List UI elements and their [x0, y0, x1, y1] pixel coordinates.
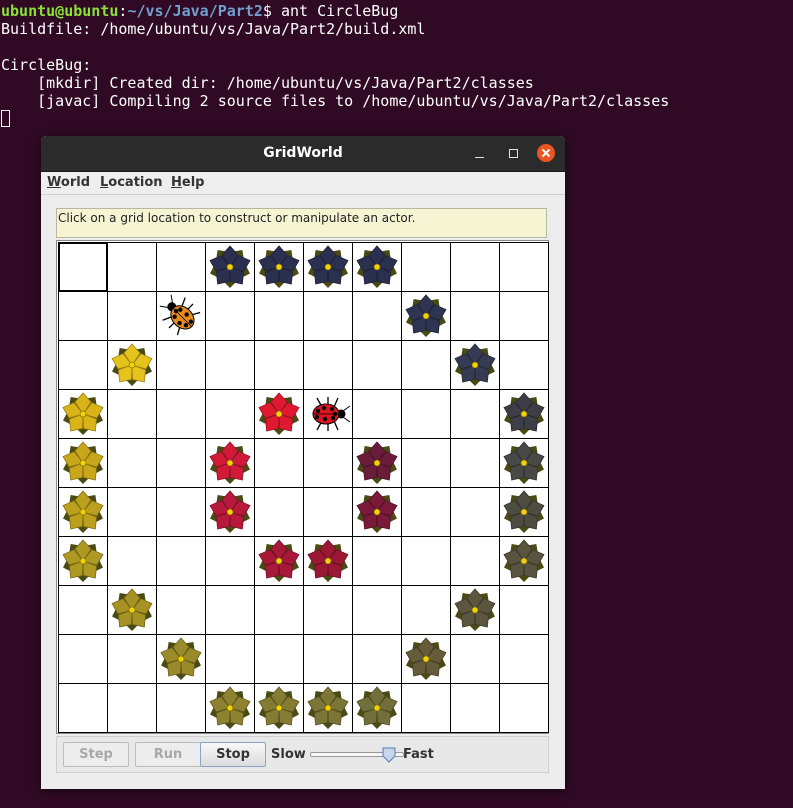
grid-cell-3-1[interactable] — [107, 389, 157, 439]
grid-cell-8-6[interactable] — [352, 634, 402, 684]
grid-cell-2-0[interactable] — [58, 340, 108, 390]
grid-cell-6-1[interactable] — [107, 536, 157, 586]
grid-cell-2-4[interactable] — [254, 340, 304, 390]
grid-cell-2-7[interactable] — [401, 340, 451, 390]
terminal-prompt-line: ubuntu@ubuntu:~/vs/Java/Part2$ ant Circl… — [1, 2, 398, 20]
grid-cell-5-7[interactable] — [401, 487, 451, 537]
grid-cell-9-7[interactable] — [401, 683, 451, 733]
grid-cell-3-7[interactable] — [401, 389, 451, 439]
grid-cell-6-3[interactable] — [205, 536, 255, 586]
terminal-target-line: CircleBug: — [1, 56, 92, 74]
grid-cell-1-8[interactable] — [450, 291, 500, 341]
menu-world[interactable]: World — [47, 174, 90, 192]
window-titlebar[interactable]: GridWorld — [41, 136, 565, 172]
grid-cell-0-0[interactable] — [58, 242, 108, 292]
grid-cell-9-2[interactable] — [156, 683, 206, 733]
grid-cell-1-5[interactable] — [303, 291, 353, 341]
grid-cell-2-6[interactable] — [352, 340, 402, 390]
grid-cell-9-0[interactable] — [58, 683, 108, 733]
grid-cell-5-2[interactable] — [156, 487, 206, 537]
terminal-cursor — [1, 110, 10, 127]
grid-cell-1-1[interactable] — [107, 291, 157, 341]
grid-cell-4-5[interactable] — [303, 438, 353, 488]
menu-help[interactable]: Help — [171, 174, 204, 192]
minimize-icon[interactable] — [470, 145, 488, 163]
grid-cell-0-1[interactable] — [107, 242, 157, 292]
grid-cell-6-6[interactable] — [352, 536, 402, 586]
prompt-path: ~/vs/Java/Part2 — [127, 2, 263, 20]
grid-cell-4-7[interactable] — [401, 438, 451, 488]
grid-cell-4-4[interactable] — [254, 438, 304, 488]
grid-cell-2-9[interactable] — [499, 340, 549, 390]
speed-slider[interactable] — [310, 747, 404, 763]
terminal-mkdir-line: [mkdir] Created dir: /home/ubuntu/vs/Jav… — [1, 74, 534, 92]
prompt-command: $ ant CircleBug — [262, 2, 399, 20]
terminal: ubuntu@ubuntu:~/vs/Java/Part2$ ant Circl… — [0, 0, 793, 140]
grid-cell-5-5[interactable] — [303, 487, 353, 537]
gridworld-window: GridWorld World Location Help Click on a… — [41, 136, 565, 789]
step-button[interactable]: Step — [63, 742, 129, 767]
grid-cell-8-0[interactable] — [58, 634, 108, 684]
run-button[interactable]: Run — [135, 742, 201, 767]
control-panel: Step Run Stop Slow Fast — [56, 736, 549, 773]
grid-cell-6-8[interactable] — [450, 536, 500, 586]
grid-cell-8-9[interactable] — [499, 634, 549, 684]
grid-cell-0-8[interactable] — [450, 242, 500, 292]
grid-cell-4-1[interactable] — [107, 438, 157, 488]
grid-cell-6-2[interactable] — [156, 536, 206, 586]
grid-cell-7-6[interactable] — [352, 585, 402, 635]
grid-cell-1-0[interactable] — [58, 291, 108, 341]
grid-cell-6-7[interactable] — [401, 536, 451, 586]
grid-cell-7-9[interactable] — [499, 585, 549, 635]
grid-cell-7-4[interactable] — [254, 585, 304, 635]
terminal-javac-line: [javac] Compiling 2 source files to /hom… — [1, 92, 670, 110]
grid-cell-7-2[interactable] — [156, 585, 206, 635]
grid-cell-0-9[interactable] — [499, 242, 549, 292]
close-icon[interactable] — [537, 144, 555, 162]
grid-cell-9-8[interactable] — [450, 683, 500, 733]
grid-cell-8-8[interactable] — [450, 634, 500, 684]
grid-cell-3-8[interactable] — [450, 389, 500, 439]
grid-cell-2-2[interactable] — [156, 340, 206, 390]
grid-cell-0-7[interactable] — [401, 242, 451, 292]
terminal-buildfile-line: Buildfile: /home/ubuntu/vs/Java/Part2/bu… — [1, 20, 426, 38]
grid-cell-7-3[interactable] — [205, 585, 255, 635]
grid-cell-8-5[interactable] — [303, 634, 353, 684]
grid-cell-8-1[interactable] — [107, 634, 157, 684]
grid-cell-4-2[interactable] — [156, 438, 206, 488]
grid-cell-1-6[interactable] — [352, 291, 402, 341]
grid-cell-4-8[interactable] — [450, 438, 500, 488]
prompt-user: ubuntu@ubuntu — [1, 2, 119, 20]
grid[interactable] — [58, 242, 549, 734]
stop-button[interactable]: Stop — [200, 742, 266, 767]
grid-cell-7-5[interactable] — [303, 585, 353, 635]
fast-label: Fast — [403, 747, 434, 762]
slow-label: Slow — [271, 747, 306, 762]
grid-cell-2-5[interactable] — [303, 340, 353, 390]
grid-cell-0-2[interactable] — [156, 242, 206, 292]
grid-cell-3-2[interactable] — [156, 389, 206, 439]
grid-cell-7-7[interactable] — [401, 585, 451, 635]
grid-cell-7-0[interactable] — [58, 585, 108, 635]
grid-cell-9-1[interactable] — [107, 683, 157, 733]
maximize-icon[interactable] — [504, 145, 522, 163]
menu-bar: World Location Help — [41, 172, 565, 195]
grid-cell-5-4[interactable] — [254, 487, 304, 537]
grid-cell-1-4[interactable] — [254, 291, 304, 341]
message-area: Click on a grid location to construct or… — [56, 208, 547, 238]
grid-cell-2-3[interactable] — [205, 340, 255, 390]
menu-location[interactable]: Location — [100, 174, 163, 192]
slider-thumb[interactable] — [382, 747, 396, 763]
grid-cell-3-6[interactable] — [352, 389, 402, 439]
grid-cell-8-3[interactable] — [205, 634, 255, 684]
grid-cell-5-1[interactable] — [107, 487, 157, 537]
grid-canvas[interactable] — [58, 242, 549, 734]
grid-cell-1-3[interactable] — [205, 291, 255, 341]
grid-cell-3-3[interactable] — [205, 389, 255, 439]
grid-panel — [56, 240, 549, 734]
grid-cell-8-4[interactable] — [254, 634, 304, 684]
grid-cell-9-9[interactable] — [499, 683, 549, 733]
grid-cell-5-8[interactable] — [450, 487, 500, 537]
grid-cell-1-9[interactable] — [499, 291, 549, 341]
